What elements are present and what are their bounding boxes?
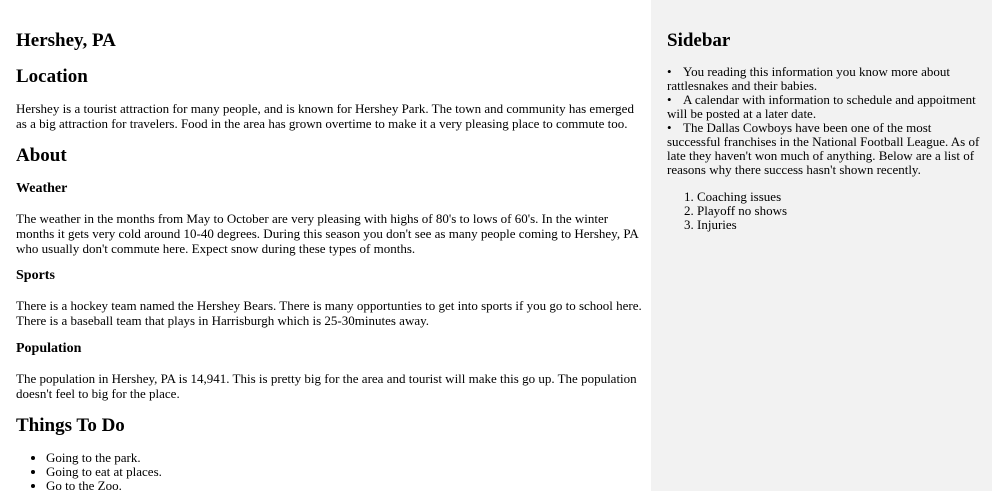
list-item: Playoff no shows <box>697 204 787 218</box>
location-heading: Location <box>16 66 88 87</box>
list-item: Go to the Zoo. <box>46 479 162 491</box>
about-heading: About <box>16 145 67 166</box>
population-text: The population in Hershey, PA is 14,941.… <box>16 371 637 401</box>
page: Hershey, PA Location Hershey is a touris… <box>0 0 1008 491</box>
population-heading: Population <box>16 341 82 356</box>
list-item: • You reading this information you know m… <box>667 64 950 93</box>
bullet-icon: • <box>667 64 672 79</box>
list-item: Injuries <box>697 218 787 232</box>
sports-heading: Sports <box>16 268 55 283</box>
sports-text: There is a hockey team named the Hershey… <box>16 298 642 328</box>
weather-text: The weather in the months from May to Oc… <box>16 211 639 256</box>
list-item: • The Dallas Cowboys have been one of the… <box>667 120 980 177</box>
bullet-icon: • <box>667 120 672 135</box>
list-item: Going to eat at places. <box>46 465 162 479</box>
things-to-do-list: Going to the park. Going to eat at place… <box>16 451 162 491</box>
list-item: Going to the park. <box>46 451 162 465</box>
sidebar-bullet-list: • You reading this information you know m… <box>667 65 985 177</box>
bullet-icon: • <box>667 92 672 107</box>
things-to-do-heading: Things To Do <box>16 415 125 436</box>
sidebar-title: Sidebar <box>667 30 731 51</box>
list-item: Coaching issues <box>697 190 787 204</box>
sidebar: Sidebar • You reading this information yo… <box>651 0 992 491</box>
list-item: • A calendar with information to schedule… <box>667 92 976 121</box>
reasons-list: Coaching issues Playoff no shows Injurie… <box>667 190 787 232</box>
main-content: Hershey, PA Location Hershey is a touris… <box>0 0 651 491</box>
page-title: Hershey, PA <box>16 30 116 51</box>
weather-heading: Weather <box>16 181 68 196</box>
location-text: Hershey is a tourist attraction for many… <box>16 101 634 131</box>
